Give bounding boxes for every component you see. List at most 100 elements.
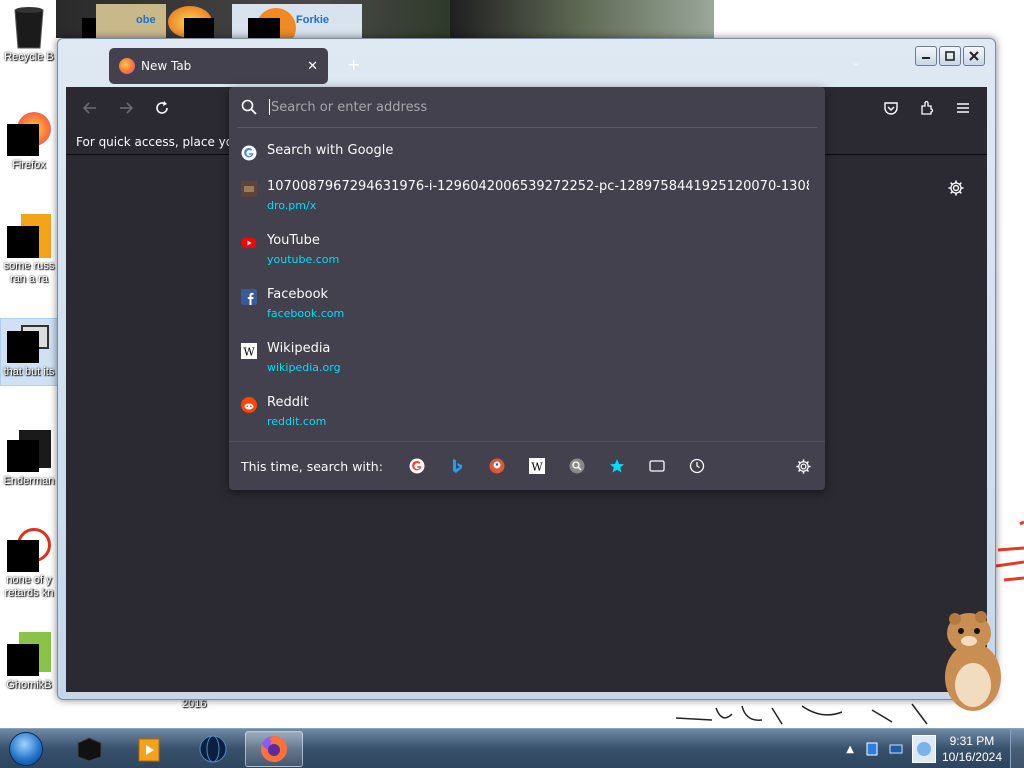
search-settings-button[interactable] (783, 451, 823, 481)
hamster-icon (7, 632, 51, 676)
search-with-google-row[interactable]: Search with Google (229, 143, 825, 161)
window-icon (7, 319, 51, 363)
suggestion-url: dro.pm/x (267, 199, 317, 212)
desktop-icon-label: Recycle B (4, 51, 54, 63)
new-tab-button[interactable]: + (347, 55, 360, 74)
divider (237, 127, 817, 128)
desktop-icon-ghomik[interactable]: GhomikB (0, 632, 58, 692)
engine-google-button[interactable] (397, 451, 437, 481)
engine-other-button[interactable] (557, 451, 597, 481)
search-icon (241, 99, 257, 115)
desktop-top-label: Forkie (296, 14, 330, 26)
search-bookmarks-button[interactable] (597, 451, 637, 481)
desktop-thumb (450, 0, 714, 38)
search-history-button[interactable] (677, 451, 717, 481)
reload-button[interactable] (151, 97, 173, 119)
desktop-icon-label: none of y retards kn (4, 574, 54, 599)
maximize-button[interactable] (939, 46, 961, 66)
one-off-label: This time, search with: (241, 458, 383, 474)
taskbar-app-globe[interactable] (184, 731, 242, 767)
facebook-icon (241, 289, 257, 305)
window-controls (915, 46, 985, 66)
clock[interactable]: 9:31 PM 10/16/2024 (942, 733, 1002, 765)
desktop-icon-firefox[interactable]: Firefox (0, 112, 58, 172)
gear-icon (795, 458, 811, 474)
suggestion-row[interactable]: Facebook facebook.com (229, 287, 825, 320)
history-icon (689, 458, 705, 474)
clock-date: 10/16/2024 (941, 750, 1002, 764)
extensions-button[interactable] (916, 97, 938, 119)
suggestion-row[interactable]: YouTube youtube.com (229, 233, 825, 266)
desktop-scribble (675, 703, 928, 725)
taskbar-app-firefox[interactable] (245, 731, 303, 767)
taskbar-app-media[interactable] (120, 731, 178, 767)
clock-time: 9:31 PM (949, 734, 995, 748)
desktop-scribble (995, 520, 1024, 582)
suggestion-url: wikipedia.org (267, 361, 341, 374)
back-button[interactable] (79, 97, 101, 119)
minimize-icon (922, 57, 930, 59)
menu-button[interactable] (952, 97, 974, 119)
tray-active-app[interactable] (911, 735, 936, 763)
suggestion-title: Reddit (267, 395, 309, 410)
search-engine-icon (569, 458, 585, 474)
recycle-bin-icon (7, 4, 51, 49)
start-button[interactable] (4, 730, 48, 768)
address-placeholder: Search or enter address (271, 99, 428, 115)
system-tray: ▲ 9:31 PM 10/16/2024 (846, 729, 1024, 768)
globe-app-icon (199, 735, 227, 763)
engine-bing-button[interactable] (437, 451, 477, 481)
cube-app-icon (77, 737, 102, 762)
minimize-button[interactable] (915, 46, 937, 66)
suggestion-row[interactable]: W Wikipedia wikipedia.org (229, 341, 825, 374)
svg-text:W: W (531, 461, 543, 474)
extensions-icon (921, 100, 934, 115)
suggestion-url: facebook.com (267, 307, 345, 320)
pocket-button[interactable] (880, 97, 902, 119)
site-icon (241, 181, 257, 197)
forward-button[interactable] (115, 97, 137, 119)
search-tabs-button[interactable] (637, 451, 677, 481)
search-with-google-label: Search with Google (267, 143, 394, 158)
desktop-icon-file-2[interactable]: none of y retards kn (0, 528, 58, 602)
close-button[interactable] (963, 46, 985, 66)
tray-network-icon[interactable] (888, 741, 904, 757)
firefox-icon (7, 112, 51, 156)
maximize-icon (945, 51, 955, 61)
text-caret (269, 99, 270, 115)
desktop-icon-label: Firefox (12, 159, 46, 171)
desktop-icon-label: some russ ran a ra (3, 260, 55, 285)
desktop-icon-selected-file[interactable]: that but its (0, 318, 58, 386)
tab-title: New Tab (141, 59, 192, 73)
suggestion-row[interactable]: 1070087967294631976-i-129604200653927225… (229, 179, 825, 212)
tray-app-icon (916, 742, 931, 756)
show-desktop-button[interactable] (1010, 729, 1024, 768)
address-bar[interactable]: Search or enter address (229, 87, 825, 127)
desktop-icon-recycle-bin[interactable]: Recycle B (0, 4, 58, 64)
tab-close-icon[interactable]: ✕ (307, 59, 318, 74)
taskbar: ▲ 9:31 PM 10/16/2024 (0, 728, 1024, 768)
suggestion-title: YouTube (267, 233, 320, 248)
tab-new-tab[interactable]: New Tab ✕ (109, 48, 328, 84)
engine-wikipedia-button[interactable]: W (517, 451, 557, 481)
taskbar-app-cube[interactable] (60, 731, 118, 767)
tabs-icon (649, 460, 665, 472)
desktop-icon-file[interactable]: some russ ran a ra (0, 214, 58, 288)
gear-icon (948, 180, 964, 196)
suggestion-row[interactable]: Reddit reddit.com (229, 395, 825, 428)
desktop-icon-label: GhomikB (6, 679, 52, 691)
newtab-settings-button[interactable] (947, 179, 965, 201)
tray-overflow-icon[interactable]: ▲ (846, 744, 854, 755)
firefox-tab-icon (119, 58, 135, 74)
engine-duckduckgo-button[interactable] (477, 451, 517, 481)
urlbar-dropdown: Search or enter address Search with Goog… (229, 87, 825, 490)
close-icon (969, 51, 979, 61)
duckduckgo-icon (489, 458, 505, 474)
suggestion-url: youtube.com (267, 253, 340, 266)
hamster-sticker (945, 611, 1001, 711)
desktop-icon-enderman[interactable]: Enderman (0, 428, 58, 488)
tray-device-icon[interactable] (864, 741, 880, 757)
list-tabs-button[interactable]: ⌄ (851, 55, 861, 69)
arrow-right-icon (120, 102, 134, 114)
suggestion-title: Wikipedia (267, 341, 331, 356)
